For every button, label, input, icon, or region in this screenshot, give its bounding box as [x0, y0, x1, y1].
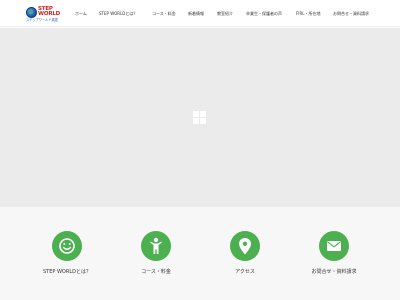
feature-links: STEP WORLDとは？ コース・料金 アクセス お問合せ・資料請求: [0, 207, 400, 300]
feature-about-label: STEP WORLDとは？: [43, 269, 91, 275]
feature-access[interactable]: アクセス: [200, 231, 290, 291]
child-icon: [141, 231, 171, 261]
nav-item-courses[interactable]: コース・料金: [152, 10, 176, 18]
nav-item-locations[interactable]: FIRL・所在地: [296, 10, 321, 18]
smiley-icon: [52, 231, 82, 261]
loading-squares-icon: [193, 111, 206, 124]
site-header: STEP WORLD ステップワールド英語 ホーム STEP WORLDとは？ …: [0, 0, 400, 27]
feature-courses-label: コース・料金: [141, 269, 171, 275]
nav-item-news[interactable]: 新着情報: [188, 10, 204, 18]
feature-contact-label: お問合せ・資料請求: [311, 269, 357, 275]
feature-contact[interactable]: お問合せ・資料請求: [289, 231, 379, 291]
map-pin-icon: [230, 231, 260, 261]
nav-item-testimonials[interactable]: 卒業生・保護者の声: [246, 10, 282, 18]
nav-item-home[interactable]: ホーム: [75, 10, 87, 18]
feature-access-label: アクセス: [235, 269, 255, 275]
logo-subtitle: ステップワールド英語: [26, 18, 58, 22]
feature-about[interactable]: STEP WORLDとは？: [22, 231, 112, 291]
nav-item-contact[interactable]: お問合せ・資料請求: [333, 10, 369, 18]
nav-item-classrooms[interactable]: 教室紹介: [217, 10, 233, 18]
main-nav: ホーム STEP WORLDとは？ コース・料金 新着情報 教室紹介 卒業生・保…: [0, 10, 400, 18]
nav-item-about[interactable]: STEP WORLDとは？: [99, 10, 137, 18]
feature-courses[interactable]: コース・料金: [111, 231, 201, 291]
envelope-icon: [319, 231, 349, 261]
